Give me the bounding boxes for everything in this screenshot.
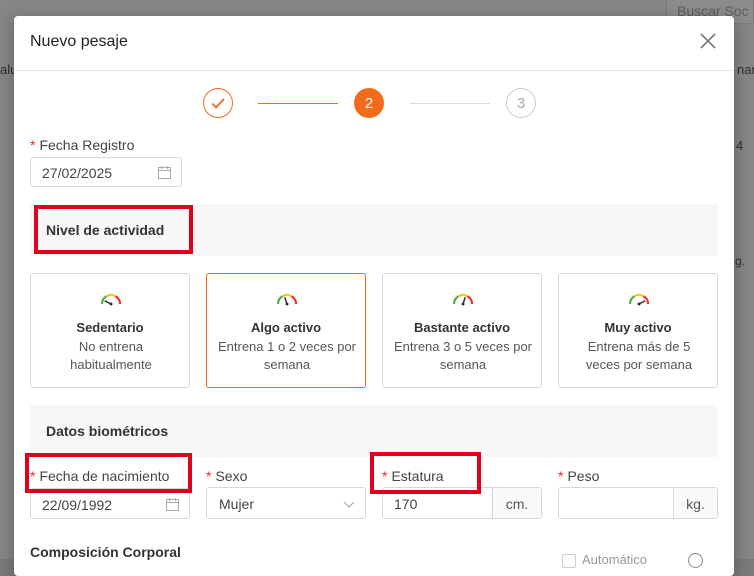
steps-progress: 2 3: [14, 88, 734, 120]
datos-biometricos-title: Datos biométricos: [46, 423, 169, 439]
activity-card-title: Muy activo: [604, 320, 672, 335]
estatura-label-text: Estatura: [391, 468, 444, 484]
check-icon: [211, 98, 225, 109]
peso-input-group: kg.: [558, 487, 718, 519]
sexo-select[interactable]: Mujer: [206, 487, 366, 519]
activity-card-title: Algo activo: [250, 320, 322, 335]
activity-card-desc: Entrena 3 o 5 veces por semana: [393, 339, 533, 372]
required-asterisk: *: [30, 468, 36, 484]
peso-label-text: Peso: [567, 468, 600, 484]
fecha-registro-input[interactable]: 27/02/2025: [30, 157, 182, 187]
activity-card-2[interactable]: Bastante activo Entrena 3 o 5 veces por s…: [382, 273, 542, 388]
estatura-value: 170: [394, 496, 418, 512]
required-asterisk: *: [382, 468, 388, 484]
automatico-checkbox[interactable]: [562, 554, 576, 568]
fecha-registro-label: * Fecha Registro: [30, 137, 134, 153]
activity-card-title: Sedentario: [76, 320, 144, 335]
sexo-label: * Sexo: [206, 468, 247, 484]
step-connector-1: [258, 103, 338, 104]
fecha-nacimiento-input[interactable]: 22/09/1992: [30, 488, 190, 519]
nivel-actividad-title: Nivel de actividad: [46, 222, 165, 238]
fecha-registro-value: 27/02/2025: [42, 165, 113, 181]
estatura-unit: cm.: [493, 487, 542, 519]
peso-input[interactable]: [558, 487, 674, 519]
datos-biometricos-section: Datos biométricos: [30, 405, 718, 457]
automatico-label: Automático: [582, 552, 648, 567]
calendar-icon[interactable]: [158, 166, 171, 179]
activity-card-1[interactable]: Algo activo Entrena 1 o 2 veces por seman…: [206, 273, 366, 388]
step-1-done[interactable]: [203, 88, 233, 118]
estatura-input[interactable]: 170: [382, 487, 493, 519]
peso-unit: kg.: [674, 487, 718, 519]
modal-header: Nuevo pesaje: [14, 16, 734, 71]
estatura-label: * Estatura: [382, 468, 444, 484]
composicion-corporal-title: Composición Corporal: [30, 544, 181, 560]
sexo-value: Mujer: [219, 496, 255, 512]
sexo-label-text: Sexo: [215, 468, 248, 484]
activity-card-title: Bastante activo: [413, 320, 511, 335]
required-asterisk: *: [558, 468, 564, 484]
activity-card-desc: Entrena más de 5 veces por semana: [585, 339, 693, 372]
gauge-icon: [627, 290, 651, 310]
activity-card-desc: No entrena habitualmente: [70, 339, 152, 372]
info-icon[interactable]: [688, 553, 703, 568]
gauge-icon: [99, 290, 123, 310]
gauge-icon: [451, 290, 475, 310]
fecha-nacimiento-value: 22/09/1992: [42, 497, 113, 513]
activity-card-3[interactable]: Muy activo Entrena más de 5 veces por sem…: [558, 273, 718, 388]
estatura-input-group: 170 cm.: [382, 487, 542, 519]
modal-title: Nuevo pesaje: [30, 33, 128, 50]
activity-card-desc: Entrena 1 o 2 veces por semana: [217, 339, 357, 372]
step-3-pending[interactable]: 3: [506, 88, 536, 118]
nuevo-pesaje-modal: Nuevo pesaje 2 3 * Fecha Registro 27/02/2…: [14, 16, 734, 576]
nivel-actividad-section: Nivel de actividad: [30, 204, 718, 256]
step-connector-2: [410, 103, 490, 104]
required-asterisk: *: [30, 137, 36, 153]
required-asterisk: *: [206, 468, 212, 484]
peso-label: * Peso: [558, 468, 599, 484]
calendar-icon[interactable]: [166, 498, 179, 511]
fecha-nacimiento-label: * Fecha de nacimiento: [30, 468, 169, 484]
activity-card-0[interactable]: Sedentario No entrena habitualmente: [30, 273, 190, 388]
close-icon[interactable]: [698, 31, 718, 51]
step-2-active[interactable]: 2: [354, 88, 384, 118]
chevron-down-icon: [343, 497, 355, 509]
fecha-registro-label-text: Fecha Registro: [39, 137, 135, 153]
fecha-nacimiento-label-text: Fecha de nacimiento: [39, 468, 170, 484]
gauge-icon: [275, 290, 299, 310]
